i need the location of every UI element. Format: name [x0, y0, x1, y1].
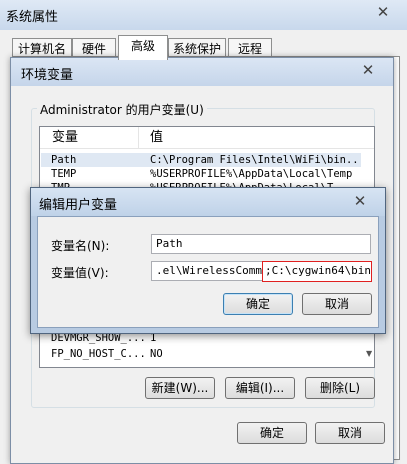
column-value[interactable]: 值	[150, 127, 163, 149]
list-header: 变量 值	[40, 127, 374, 149]
close-icon[interactable]: ✕	[341, 191, 379, 211]
column-separator[interactable]	[138, 127, 139, 149]
column-variable[interactable]: 变量	[52, 127, 78, 149]
new-variable-button[interactable]: 新建(W)...	[145, 377, 215, 399]
highlighted-path-segment: ;C:\cygwin64\bin\	[262, 261, 372, 282]
close-icon[interactable]: ✕	[349, 60, 387, 80]
edit-user-variable-dialog: 编辑用户变量 ✕ 变量名(N): Path 变量值(V): .el\Wirele…	[30, 187, 386, 334]
table-row[interactable]: FP_NO_HOST_C... NO	[41, 347, 361, 361]
variable-value-label: 变量值(V):	[51, 266, 109, 280]
user-variables-label: Administrator 的用户变量(U)	[37, 101, 207, 118]
scroll-down-icon[interactable]: ▼	[366, 349, 372, 358]
variable-name-input[interactable]: Path	[151, 234, 371, 254]
row-value: NO	[150, 348, 163, 360]
row-value: C:\Program Files\Intel\WiFi\bin...	[150, 154, 361, 166]
edit-dialog-titlebar[interactable]: 编辑用户变量 ✕	[31, 188, 385, 216]
ok-button[interactable]: 确定	[237, 422, 307, 444]
row-name: Path	[51, 154, 77, 166]
variable-name-label: 变量名(N):	[51, 239, 110, 253]
highlighted-path-text: ;C:\cygwin64\bin\	[265, 264, 372, 277]
edit-dialog-client: 变量名(N): Path 变量值(V): .el\WirelessCommon\…	[37, 216, 379, 328]
table-row[interactable]: TEMP %USERPROFILE%\AppData\Local\Temp	[41, 167, 361, 181]
delete-variable-button[interactable]: 删除(L)	[305, 377, 375, 399]
cancel-button[interactable]: 取消	[302, 293, 372, 315]
environment-variables-title: 环境变量	[21, 68, 74, 83]
variable-name-value: Path	[156, 237, 183, 250]
cancel-button[interactable]: 取消	[315, 422, 385, 444]
row-name: FP_NO_HOST_C...	[51, 348, 146, 360]
edit-variable-button[interactable]: 编辑(I)...	[225, 377, 295, 399]
table-row[interactable]: Path C:\Program Files\Intel\WiFi\bin...	[41, 153, 361, 167]
close-icon[interactable]: ✕	[364, 2, 402, 22]
tab-advanced[interactable]: 高级	[118, 35, 168, 60]
ok-button[interactable]: 确定	[223, 293, 293, 315]
environment-variables-titlebar[interactable]: 环境变量 ✕	[11, 58, 393, 86]
system-properties-title: 系统属性	[6, 10, 59, 25]
edit-dialog-title: 编辑用户变量	[39, 198, 118, 213]
system-properties-titlebar[interactable]: 系统属性 ✕	[0, 0, 407, 30]
row-value: %USERPROFILE%\AppData\Local\Temp	[150, 168, 353, 180]
row-name: TEMP	[51, 168, 77, 180]
